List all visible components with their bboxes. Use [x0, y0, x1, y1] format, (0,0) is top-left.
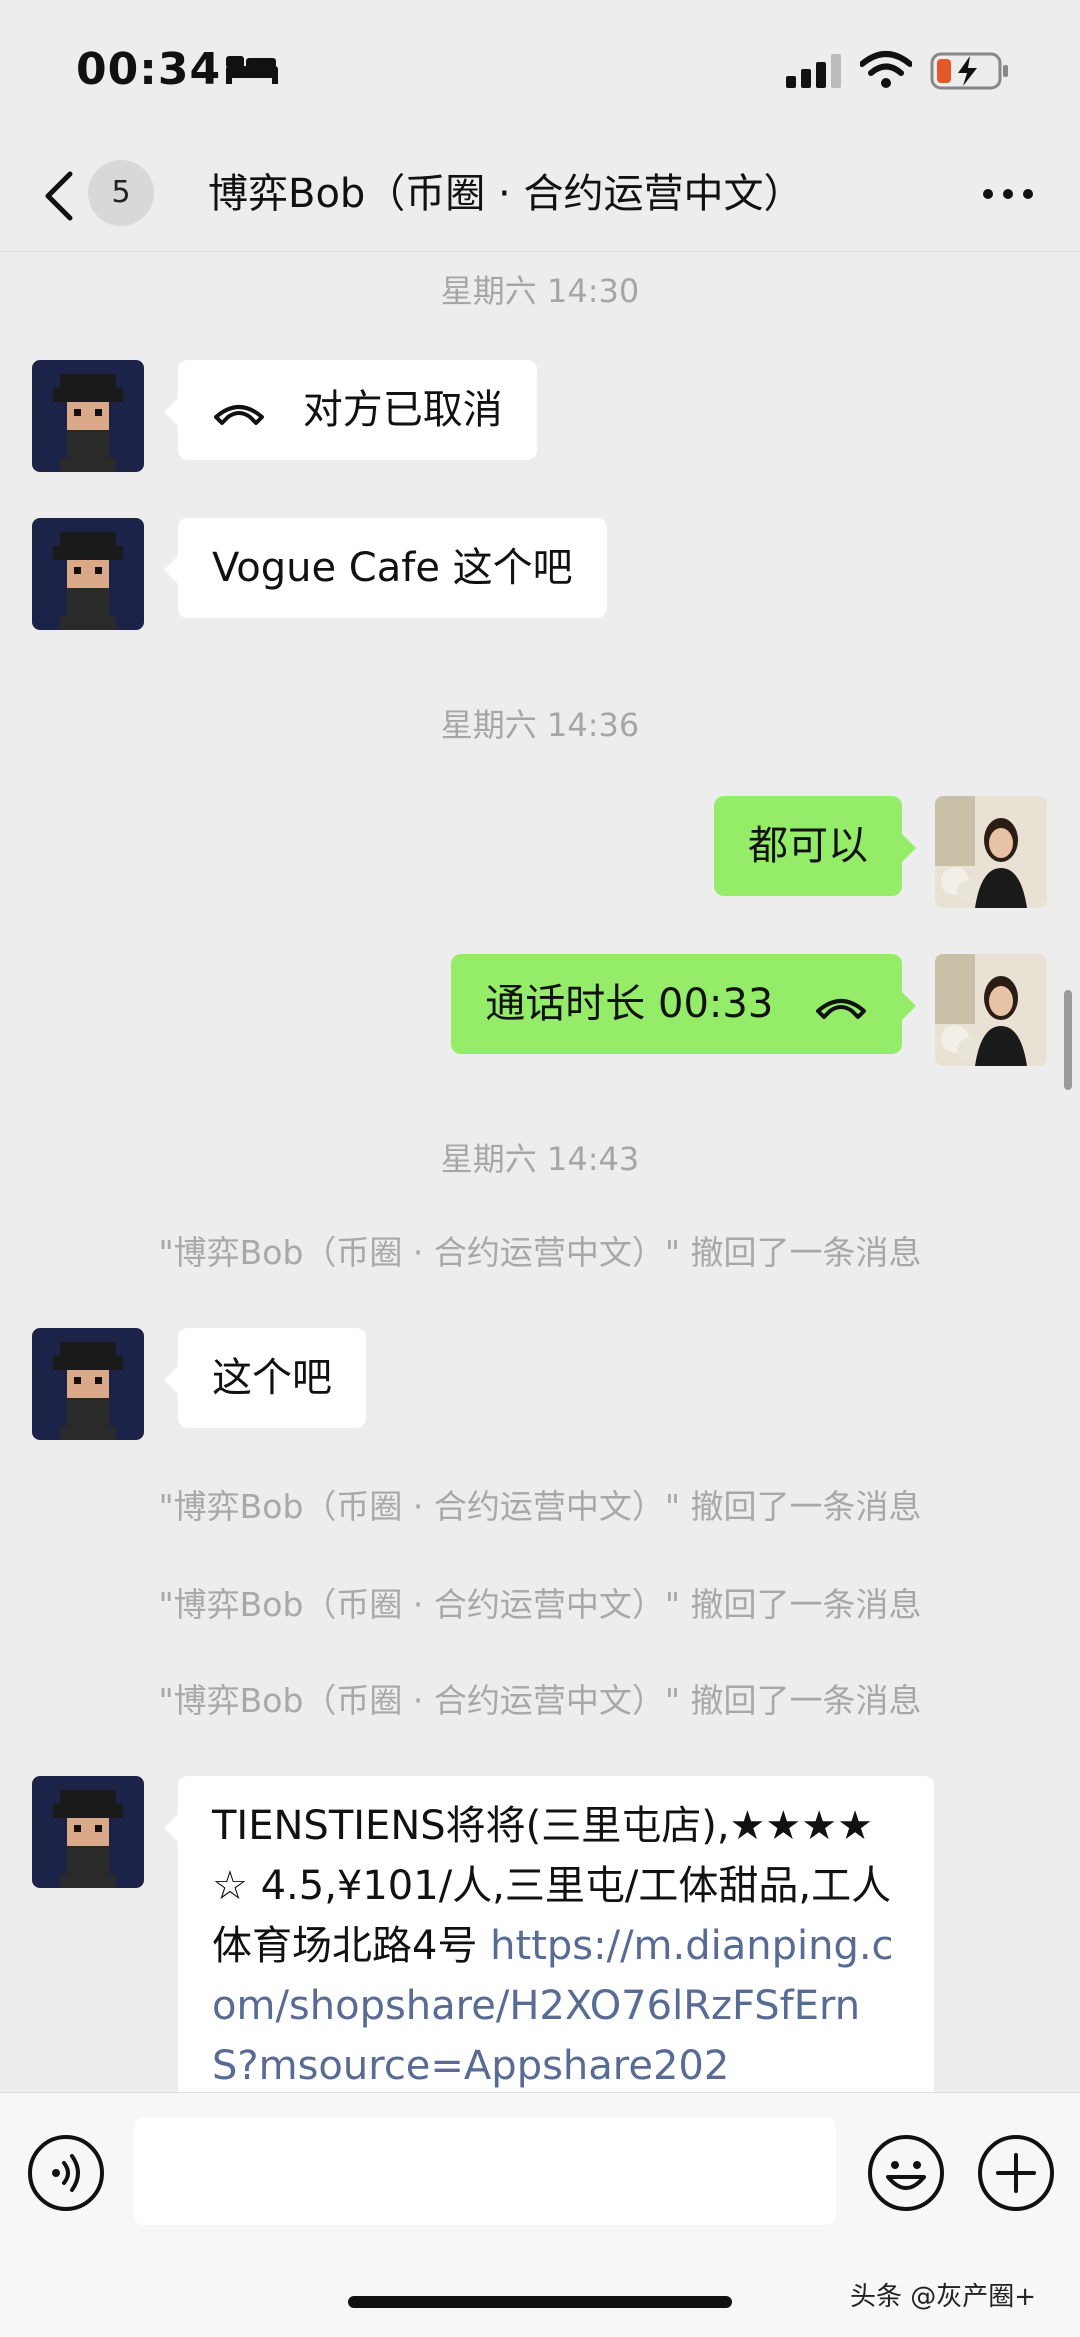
call-duration-text: 通话时长 00:33	[485, 981, 774, 1027]
recall-notice: "博弈Bob（币圈 · 合约运营中文）" 撤回了一条消息	[158, 1233, 922, 1272]
watermark: 头条 @灰产圈+	[850, 2282, 1037, 2312]
cellular-signal-icon	[786, 54, 841, 88]
contact-avatar[interactable]	[32, 1776, 144, 1888]
emoji-icon[interactable]	[866, 2133, 946, 2213]
home-indicator[interactable]	[348, 2296, 732, 2308]
scrollbar[interactable]	[1064, 990, 1072, 1090]
battery-icon	[930, 52, 1008, 90]
my-avatar[interactable]	[935, 796, 1047, 908]
timestamp: 星期六 14:43	[440, 1140, 640, 1178]
back-chevron-icon[interactable]	[40, 166, 76, 226]
message-bubble[interactable]: 这个吧	[164, 1328, 366, 1428]
phone-hangup-icon	[214, 405, 264, 425]
message-list[interactable]: 星期六 14:30 对方已取消 Vogue Cafe 这个吧 星期六 14:36…	[0, 252, 1080, 2092]
chat-title: 博弈Bob（币圈 · 合约运营中文）	[208, 171, 804, 217]
chat-header: 5 博弈Bob（币圈 · 合约运营中文）	[0, 140, 1080, 252]
unread-count-badge[interactable]: 5	[88, 160, 154, 226]
message-bubble-outgoing[interactable]: 都可以	[714, 796, 916, 896]
wifi-icon	[860, 51, 912, 88]
shared-link-bubble[interactable]: TIENSTIENS将将(三里屯店),★★★★☆ 4.5,¥101/人,三里屯/…	[164, 1776, 934, 2092]
contact-avatar[interactable]	[32, 518, 144, 630]
status-bar: 00:34	[0, 0, 1080, 140]
timestamp: 星期六 14:36	[440, 706, 640, 744]
more-options-icon[interactable]	[980, 184, 1036, 204]
call-cancelled-bubble[interactable]: 对方已取消	[164, 360, 537, 460]
sleep-mode-icon	[226, 56, 278, 84]
contact-avatar[interactable]	[32, 360, 144, 472]
call-status-text: 对方已取消	[302, 387, 503, 433]
status-time: 00:34	[76, 44, 222, 95]
timestamp: 星期六 14:30	[440, 272, 640, 310]
recall-notice: "博弈Bob（币圈 · 合约运营中文）" 撤回了一条消息	[158, 1585, 922, 1624]
contact-avatar[interactable]	[32, 1328, 144, 1440]
message-bubble[interactable]: Vogue Cafe 这个吧	[164, 518, 607, 618]
plus-icon[interactable]	[976, 2133, 1056, 2213]
my-avatar[interactable]	[935, 954, 1047, 1066]
call-duration-bubble[interactable]: 通话时长 00:33	[451, 954, 916, 1054]
phone-hangup-icon	[816, 999, 866, 1019]
recall-notice: "博弈Bob（币圈 · 合约运营中文）" 撤回了一条消息	[158, 1487, 922, 1526]
message-input[interactable]	[134, 2117, 836, 2225]
recall-notice: "博弈Bob（币圈 · 合约运营中文）" 撤回了一条消息	[158, 1681, 922, 1720]
voice-input-icon[interactable]	[26, 2133, 106, 2213]
